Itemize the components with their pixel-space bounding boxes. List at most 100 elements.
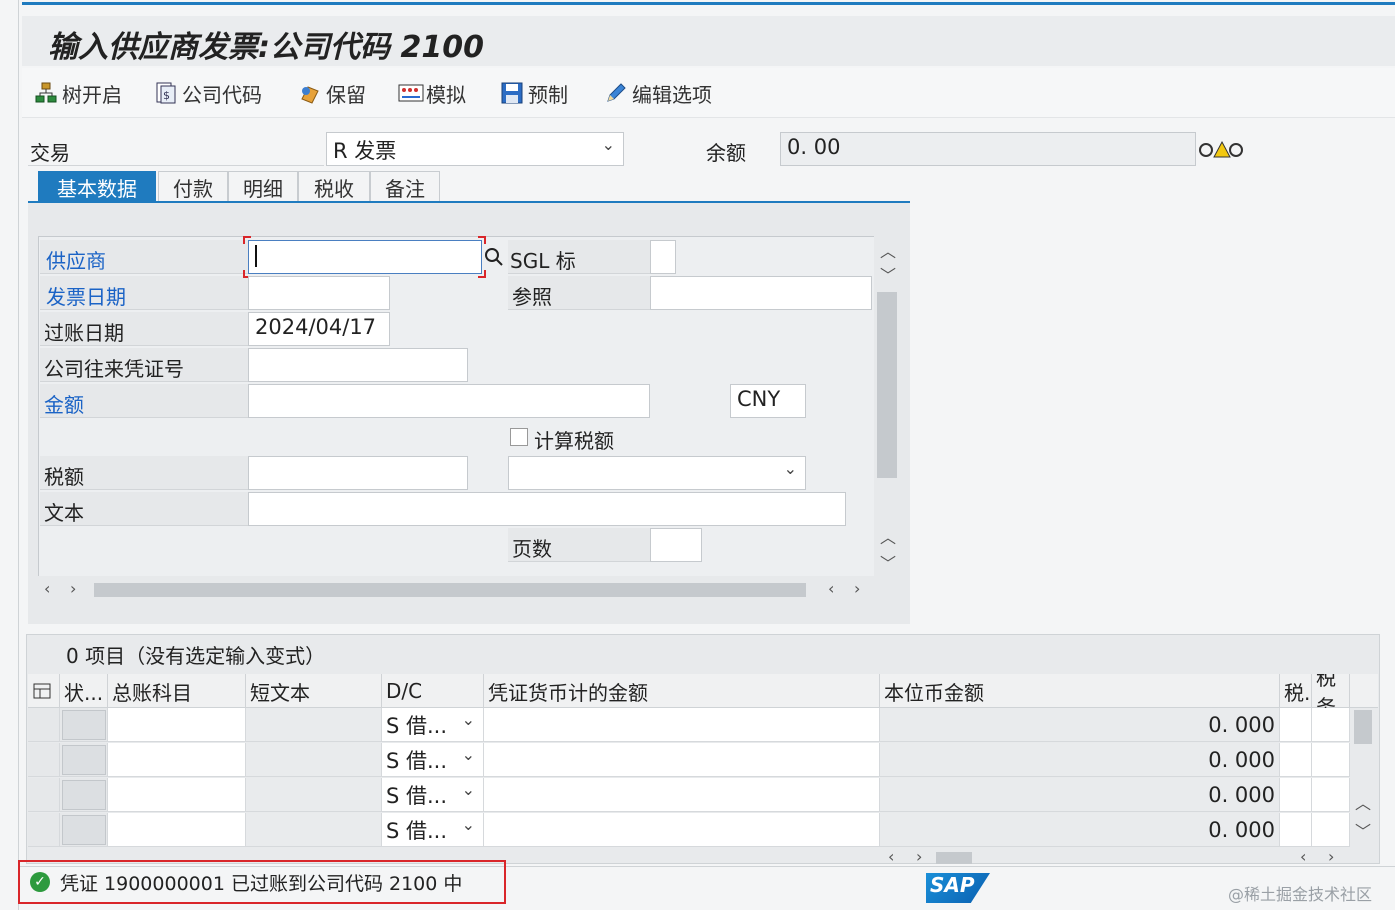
amount-label[interactable]: 金额: [44, 389, 84, 418]
tree-toggle-label: 树开启: [62, 82, 122, 107]
pages-label: 页数: [512, 537, 552, 561]
transaction-select[interactable]: R 发票 ⌄: [326, 132, 624, 166]
invoice-date-input[interactable]: [248, 276, 390, 310]
dc-select-cell[interactable]: S 借... ⌄: [382, 813, 484, 847]
doc-amount-cell[interactable]: [484, 708, 880, 742]
scrollbar-thumb[interactable]: [94, 583, 806, 597]
tax-code-cell[interactable]: [1280, 813, 1312, 847]
amount-input[interactable]: [248, 384, 650, 418]
chevron-up-icon[interactable]: ︿: [880, 238, 896, 262]
row-selector[interactable]: [28, 743, 60, 777]
row-selector[interactable]: [28, 778, 60, 812]
table-horizontal-scrollbar[interactable]: ‹ › ‹ ›: [884, 847, 1348, 866]
tab-basic-data[interactable]: 基本数据: [38, 171, 156, 202]
tax-jurisdiction-cell[interactable]: [1312, 708, 1350, 742]
edit-options-button[interactable]: 编辑选项: [604, 78, 712, 108]
table-settings-icon[interactable]: [28, 674, 60, 708]
chevron-right-icon[interactable]: ›: [1328, 847, 1334, 866]
status-button[interactable]: [62, 814, 106, 845]
gl-account-cell[interactable]: [108, 743, 246, 777]
pages-input[interactable]: [650, 528, 702, 562]
vendor-input[interactable]: [248, 240, 482, 274]
dc-select-cell[interactable]: S 借... ⌄: [382, 743, 484, 777]
status-button[interactable]: [62, 709, 106, 740]
tree-toggle-button[interactable]: 树开启: [34, 78, 122, 108]
row-selector[interactable]: [28, 708, 60, 742]
gl-account-cell[interactable]: [108, 708, 246, 742]
calc-tax-checkbox[interactable]: [510, 428, 528, 446]
chevron-up-icon[interactable]: ︿: [880, 524, 896, 548]
dc-select-cell[interactable]: S 借... ⌄: [382, 708, 484, 742]
chevron-right-icon[interactable]: ›: [854, 579, 860, 598]
park-button[interactable]: 预制: [500, 78, 568, 108]
tab-details[interactable]: 明细: [228, 171, 298, 202]
chevron-right-icon[interactable]: ›: [916, 847, 922, 866]
tax-jurisdiction-cell[interactable]: [1312, 743, 1350, 777]
local-amount-cell: 0. 000: [880, 778, 1280, 812]
invoice-date-label[interactable]: 发票日期: [46, 281, 126, 310]
tax-code-cell[interactable]: [1280, 778, 1312, 812]
gl-account-cell[interactable]: [108, 813, 246, 847]
status-cell: [60, 708, 108, 742]
form-vertical-scrollbar[interactable]: ︿ ﹀ ︿ ﹀: [876, 236, 898, 576]
balance-field: 0. 00: [780, 132, 1196, 166]
tax-code-select[interactable]: ⌄: [508, 456, 806, 490]
tax-code-cell[interactable]: [1280, 743, 1312, 777]
row-selector[interactable]: [28, 813, 60, 847]
currency-input[interactable]: CNY: [730, 384, 806, 418]
col-dc[interactable]: D/C: [382, 674, 484, 708]
status-button[interactable]: [62, 779, 106, 810]
company-code-button[interactable]: $ 公司代码: [154, 78, 262, 108]
chevron-right-icon[interactable]: ›: [70, 579, 76, 598]
short-text-cell: [246, 708, 382, 742]
form-horizontal-scrollbar[interactable]: ‹ › ‹ ›: [38, 579, 874, 600]
gl-account-cell[interactable]: [108, 778, 246, 812]
chevron-up-icon[interactable]: ︿: [1355, 790, 1371, 814]
posting-date-label: 过账日期: [44, 321, 124, 345]
simulate-button[interactable]: 模拟: [398, 78, 466, 108]
chevron-down-icon[interactable]: ﹀: [1355, 818, 1371, 842]
local-amount-cell: 0. 000: [880, 813, 1280, 847]
tax-jurisdiction-cell[interactable]: [1312, 813, 1350, 847]
col-status[interactable]: 状...: [60, 674, 108, 708]
transaction-label-cell: [28, 132, 324, 166]
cross-cc-input[interactable]: [248, 348, 468, 382]
tab-tax[interactable]: 税收: [298, 171, 370, 202]
search-help-icon[interactable]: [482, 244, 506, 270]
tab-notes[interactable]: 备注: [370, 171, 440, 202]
scrollbar-thumb[interactable]: [877, 292, 897, 478]
hold-button[interactable]: 保留: [298, 78, 366, 108]
text-input[interactable]: [248, 492, 846, 526]
col-tax-jurisdiction[interactable]: 税务: [1312, 674, 1350, 708]
dc-select-cell[interactable]: S 借... ⌄: [382, 778, 484, 812]
chevron-down-icon[interactable]: ﹀: [880, 262, 896, 286]
status-button[interactable]: [62, 744, 106, 775]
chevron-down-icon[interactable]: ﹀: [880, 550, 896, 574]
vendor-label[interactable]: 供应商: [46, 245, 106, 274]
chevron-left-icon[interactable]: ‹: [888, 847, 894, 866]
doc-amount-cell[interactable]: [484, 778, 880, 812]
chevron-left-icon[interactable]: ‹: [1300, 847, 1306, 866]
reference-input[interactable]: [650, 276, 872, 310]
tax-amount-input[interactable]: [248, 456, 468, 490]
col-doc-currency-amount[interactable]: 凭证货币计的金额: [484, 674, 880, 708]
status-message[interactable]: ✓ 凭证 1900000001 已过账到公司代码 2100 中: [18, 860, 506, 904]
scrollbar-thumb[interactable]: [936, 852, 972, 864]
tab-payment[interactable]: 付款: [158, 171, 228, 202]
sgl-indicator-input[interactable]: [650, 240, 676, 274]
col-tax[interactable]: 税.: [1280, 674, 1312, 708]
tax-jurisdiction-cell[interactable]: [1312, 778, 1350, 812]
doc-amount-cell[interactable]: [484, 813, 880, 847]
hold-label: 保留: [326, 82, 366, 107]
focus-corner: [478, 236, 486, 244]
col-short-text[interactable]: 短文本: [246, 674, 382, 708]
tax-code-cell[interactable]: [1280, 708, 1312, 742]
doc-amount-cell[interactable]: [484, 743, 880, 777]
chevron-left-icon[interactable]: ‹: [828, 579, 834, 598]
chevron-left-icon[interactable]: ‹: [44, 579, 50, 598]
col-gl-account[interactable]: 总账科目: [108, 674, 246, 708]
table-vertical-scrollbar[interactable]: ︿ ﹀: [1350, 708, 1376, 848]
col-local-currency-amount[interactable]: 本位币金额: [880, 674, 1280, 708]
posting-date-input[interactable]: 2024/04/17: [248, 312, 390, 346]
scrollbar-thumb[interactable]: [1354, 710, 1372, 744]
